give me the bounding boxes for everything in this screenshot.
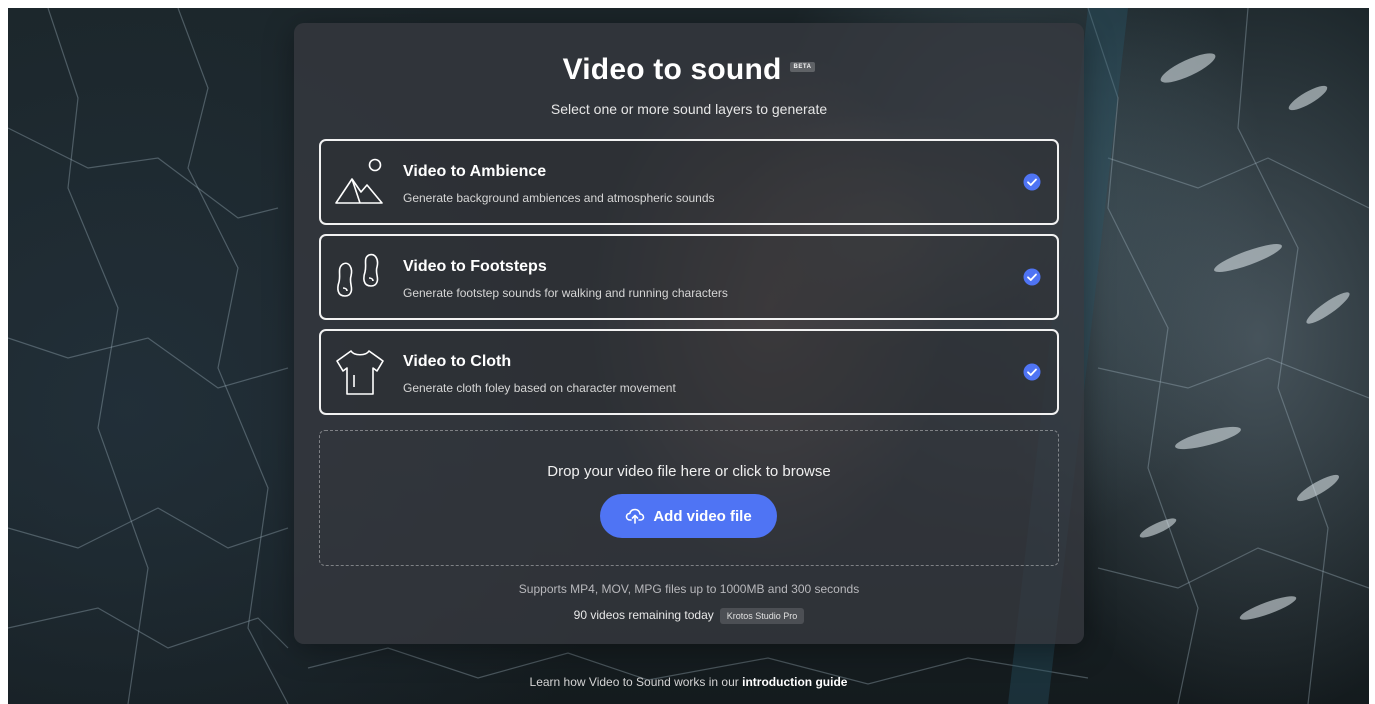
app-frame: Video to sound BETA Select one or more so… <box>8 8 1369 704</box>
option-title: Video to Ambience <box>403 163 547 180</box>
dropzone-text: Drop your video file here or click to br… <box>547 463 831 480</box>
checkmark-icon[interactable] <box>1023 173 1041 191</box>
footer-text: Learn how Video to Sound works in our <box>529 675 739 689</box>
quota-row: 90 videos remaining today Krotos Studio P… <box>294 608 1084 624</box>
option-description: Generate footstep sounds for walking and… <box>403 286 728 300</box>
beta-badge: BETA <box>789 62 816 72</box>
tshirt-icon <box>336 350 384 395</box>
mountain-sun-icon <box>335 158 383 204</box>
plan-badge: Krotos Studio Pro <box>719 608 805 624</box>
page-title: Video to sound <box>562 53 782 86</box>
option-footsteps[interactable]: Video to Footsteps Generate footstep sou… <box>319 234 1059 320</box>
add-video-file-button[interactable]: Add video file <box>600 494 777 538</box>
video-dropzone[interactable]: Drop your video file here or click to br… <box>319 430 1059 566</box>
videos-remaining-text: 90 videos remaining today <box>573 608 714 623</box>
cloud-upload-icon <box>626 508 645 524</box>
option-title: Video to Footsteps <box>403 258 547 275</box>
option-description: Generate cloth foley based on character … <box>403 381 676 395</box>
checkmark-icon[interactable] <box>1023 363 1041 381</box>
option-ambience[interactable]: Video to Ambience Generate background am… <box>319 139 1059 225</box>
introduction-guide-link[interactable]: introduction guide <box>742 675 847 689</box>
option-cloth[interactable]: Video to Cloth Generate cloth foley base… <box>319 329 1059 415</box>
option-title: Video to Cloth <box>403 353 512 370</box>
add-video-file-label: Add video file <box>653 507 752 525</box>
video-to-sound-panel: Video to sound BETA Select one or more so… <box>294 23 1084 644</box>
option-description: Generate background ambiences and atmosp… <box>403 191 715 205</box>
page-subtitle: Select one or more sound layers to gener… <box>550 101 828 117</box>
supported-formats-text: Supports MP4, MOV, MPG files up to 1000M… <box>518 582 860 596</box>
footer: Learn how Video to Sound works in our in… <box>8 675 1369 689</box>
footprints-icon <box>337 253 379 297</box>
title-row: Video to sound BETA <box>294 53 1084 87</box>
checkmark-icon[interactable] <box>1023 268 1041 286</box>
